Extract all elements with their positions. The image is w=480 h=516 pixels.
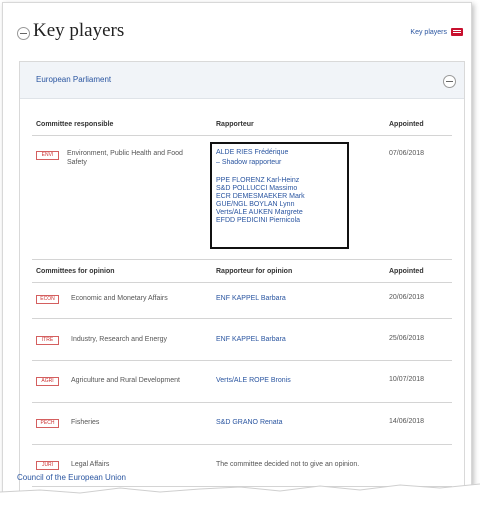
no-opinion-note: The committee decided not to give an opi… (216, 461, 360, 468)
committee-name: Economic and Monetary Affairs (71, 295, 168, 302)
appointed-date: 07/06/2018 (389, 150, 425, 157)
divider (32, 259, 452, 260)
panel-header[interactable]: European Parliament (20, 62, 464, 99)
key-players-header: Key players Key players (3, 3, 471, 55)
european-parliament-panel: European Parliament Committee responsibl… (19, 61, 465, 503)
divider (32, 318, 452, 319)
key-players-card: Key players Key players European Parliam… (2, 2, 472, 504)
committee-tag: PECH (36, 419, 59, 428)
committee-tag: ECON (36, 295, 59, 304)
panel-collapse-icon[interactable] (443, 75, 456, 88)
divider (32, 135, 452, 136)
col-committee-responsible: Committee responsible (36, 121, 114, 128)
panel-title: European Parliament (36, 75, 112, 84)
appointed-date: 20/06/2018 (389, 294, 425, 301)
col-rapporteur-for-opinion: Rapporteur for opinion (216, 268, 293, 275)
appointed-date: 25/06/2018 (389, 335, 425, 342)
rapporteur-link[interactable]: Verts/ALE ROPE Bronis (216, 376, 291, 385)
torn-edge (0, 483, 480, 516)
committee-tag: AGRI (36, 377, 59, 386)
divider (32, 360, 452, 361)
committee-name: Agriculture and Rural Development (71, 377, 180, 384)
key-players-link[interactable]: Key players (410, 29, 447, 36)
rapporteur-link[interactable]: S&D GRANO Renata (216, 418, 283, 427)
committee-name: Legal Affairs (71, 461, 110, 468)
divider (32, 282, 452, 283)
divider (32, 402, 452, 403)
page-title: Key players (33, 20, 125, 41)
rapporteur-highlight-box (210, 142, 349, 249)
committee-name: Industry, Research and Energy (71, 336, 167, 343)
key-players-badge-icon[interactable] (451, 28, 463, 36)
col-appointed: Appointed (389, 121, 424, 128)
committee-tag: JURI (36, 461, 59, 470)
rapporteur-link[interactable]: ENF KAPPEL Barbara (216, 335, 286, 344)
committee-name: Fisheries (71, 419, 100, 426)
committee-tag: ITRE (36, 336, 59, 345)
col-rapporteur: Rapporteur (216, 121, 254, 128)
appointed-date: 10/07/2018 (389, 376, 425, 383)
col-appointed: Appointed (389, 268, 424, 275)
divider (32, 444, 452, 445)
committee-name: Environment, Public Health and Food Safe… (67, 150, 183, 166)
rapporteur-link[interactable]: ENF KAPPEL Barbara (216, 294, 286, 303)
appointed-date: 14/06/2018 (389, 418, 425, 425)
col-committees-for-opinion: Committees for opinion (36, 268, 115, 275)
collapse-icon[interactable] (17, 27, 30, 40)
committee-tag: ENVI (36, 151, 59, 160)
